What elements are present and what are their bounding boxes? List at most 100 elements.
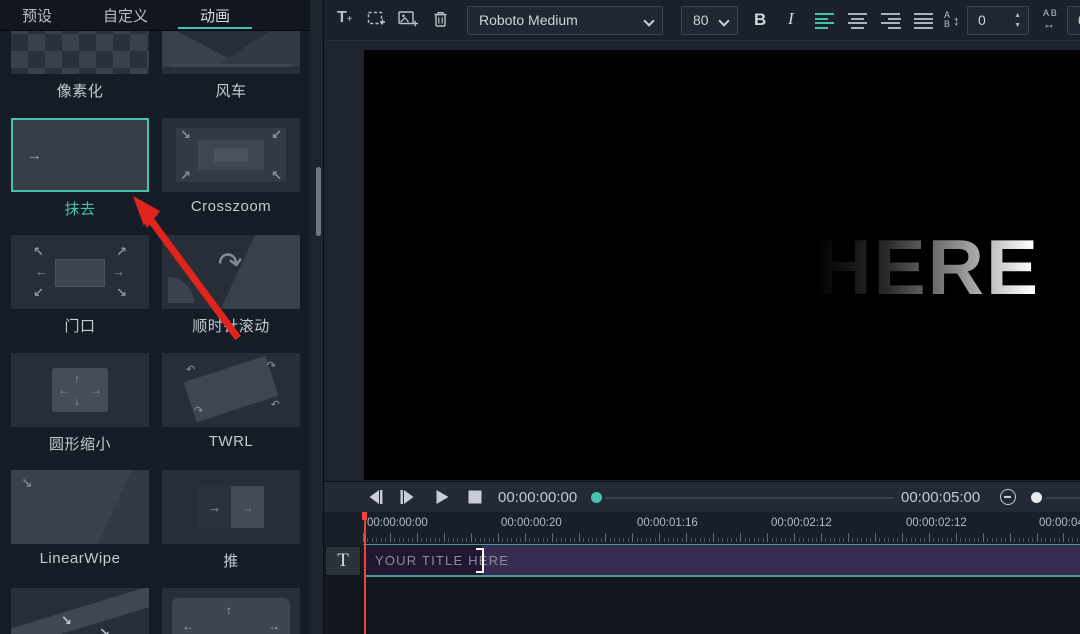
anim-item-label: Crosszoom (162, 198, 300, 215)
preview-title-text[interactable]: YOUR TITLE HERE (364, 222, 1040, 313)
text-toolbar: T+ Roboto Medium 80 B I (324, 0, 1080, 41)
panel-tabbar: 预设 自定义 动画 (0, 0, 310, 31)
align-right-button[interactable] (881, 13, 901, 29)
anim-item-label: 像素化 (11, 80, 149, 101)
letter-spacing-arrow-icon: ↔ (1043, 17, 1055, 31)
arrow-icon: ↘ (99, 626, 110, 634)
arrow-icon: ↗ (116, 245, 127, 258)
anim-item-diagonal[interactable]: ↘ ↘ (11, 588, 149, 634)
curved-arrow-icon: ↷ (267, 361, 276, 372)
push-thumbnail: → → (162, 470, 300, 544)
timeline-zoom-handle[interactable] (1031, 492, 1042, 503)
font-family-value: Roboto Medium (479, 12, 578, 28)
ruler-label: 00:00:01:16 (637, 517, 698, 529)
animation-end-handle[interactable] (476, 548, 484, 573)
arrow-icon: ↘ (116, 286, 127, 299)
ruler-ticks (363, 532, 1080, 543)
add-text-button[interactable]: T+ (337, 9, 353, 27)
animation-panel: 预设 自定义 动画 像素化 ↻ 风车 → 抹去 (0, 0, 310, 634)
chevron-down-icon (643, 15, 654, 26)
arrow-icon: ← (182, 620, 194, 632)
expand-thumbnail: ↑ ← → (162, 588, 300, 634)
anim-item-twrl[interactable]: ↶ ↷ ↷ ↶ TWRL (162, 353, 300, 450)
next-frame-button[interactable] (399, 489, 416, 505)
line-spacing-arrow-icon: ↕ (953, 13, 960, 28)
arrow-icon: ↑ (74, 373, 80, 385)
crosszoom-thumbnail: ↘ ↙ ↗ ↖ (162, 118, 300, 192)
timeline-zoom-out-button[interactable] (1000, 489, 1016, 505)
chevron-down-icon (718, 15, 729, 26)
timeline: 00:00:00:00 00:00:00:20 00:00:01:16 00:0… (324, 512, 1080, 634)
anim-item-circular-shrink[interactable]: ↑ ↓ ← → 圆形缩小 (11, 353, 149, 454)
title-clip[interactable]: YOUR TITLE HERE (365, 545, 1080, 577)
font-size-select[interactable]: 80 (681, 6, 738, 35)
anim-item-label: 门口 (11, 315, 149, 336)
align-justify-button[interactable] (914, 13, 934, 29)
panel-scrollbar-thumb[interactable] (316, 167, 321, 236)
stepper-arrows-icon[interactable]: ▲▼ (1014, 11, 1021, 31)
arrow-icon: ↖ (271, 169, 282, 182)
playback-bar: 00:00:00:00 00:00:05:00 (324, 481, 1080, 512)
add-image-button[interactable] (398, 11, 419, 28)
anim-item-linearwipe[interactable]: ↘ LinearWipe (11, 470, 149, 567)
anim-item-doorway[interactable]: ↖ ↗ ← → ↙ ↘ 门口 (11, 235, 149, 336)
ruler-label: 00:00:02:12 (771, 517, 832, 529)
curved-arrow-icon: ↶ (271, 400, 280, 411)
align-center-button[interactable] (848, 13, 868, 29)
ruler-label: 00:00:04 (1039, 517, 1080, 529)
tab-presets[interactable]: 预设 (22, 5, 52, 26)
ruler-label: 00:00:00:00 (367, 517, 428, 529)
anim-item-clockwise-roll[interactable]: ↷ 顺时针滚动 (162, 235, 300, 336)
arrow-icon: ↖ (33, 245, 44, 258)
arrow-icon: ↙ (271, 128, 282, 141)
bold-button[interactable]: B (754, 10, 766, 30)
line-spacing-value: 0 (978, 12, 986, 28)
play-button[interactable] (435, 489, 450, 505)
anim-item-crosszoom[interactable]: ↘ ↙ ↗ ↖ Crosszoom (162, 118, 300, 215)
arrow-icon: ↘ (61, 614, 72, 627)
italic-button[interactable]: I (788, 9, 794, 29)
timeline-ruler[interactable]: 00:00:00:00 00:00:00:20 00:00:01:16 00:0… (324, 512, 1080, 545)
ruler-label: 00:00:00:20 (501, 517, 562, 529)
curved-arrow-icon: ↷ (194, 406, 203, 417)
anim-item-expand[interactable]: ↑ ← → (162, 588, 300, 634)
tab-animation[interactable]: 动画 (200, 5, 230, 26)
seek-handle[interactable] (591, 492, 602, 503)
font-size-value: 80 (693, 12, 709, 28)
playhead-line[interactable] (364, 512, 366, 634)
anim-item-label: 顺时针滚动 (162, 315, 300, 336)
curved-arrow-icon: ↶ (186, 365, 195, 376)
pixelate-thumbnail (11, 31, 149, 74)
letter-spacing-input[interactable]: 0 (1067, 6, 1080, 35)
arrow-icon: ← (35, 265, 48, 278)
align-left-button[interactable] (815, 13, 835, 29)
arrow-icon: ↓ (74, 395, 80, 407)
arrow-icon: → (112, 265, 125, 278)
add-textbox-button[interactable] (367, 11, 386, 28)
seek-track[interactable] (605, 497, 894, 499)
anim-item-wipe[interactable]: → 抹去 (11, 118, 149, 219)
arrow-icon: ← (58, 384, 70, 396)
font-family-select[interactable]: Roboto Medium (467, 6, 663, 35)
line-spacing-input[interactable]: 0 ▲▼ (967, 6, 1029, 35)
anim-item-pinwheel[interactable]: ↻ 风车 (162, 31, 300, 101)
pinwheel-thumbnail: ↻ (162, 31, 300, 74)
clockwise-roll-thumbnail: ↷ (162, 235, 300, 309)
text-track-header: T (325, 546, 361, 576)
arrow-icon: ↙ (33, 286, 44, 299)
text-track-row: T YOUR TITLE HERE (324, 545, 1080, 577)
tab-custom[interactable]: 自定义 (103, 5, 148, 26)
previous-frame-button[interactable] (367, 489, 384, 505)
delete-button[interactable] (433, 11, 448, 28)
arrow-icon: ↗ (180, 169, 191, 182)
curved-arrow-icon: ↷ (216, 247, 245, 280)
anim-item-label: 抹去 (11, 198, 149, 219)
anim-item-pixelate[interactable]: 像素化 (11, 31, 149, 101)
wipe-thumbnail: → (11, 118, 149, 192)
stop-button[interactable] (468, 490, 482, 504)
arrow-icon: → (268, 620, 280, 632)
anim-item-push[interactable]: → → 推 (162, 470, 300, 571)
arrow-icon: → (241, 501, 254, 514)
doorway-thumbnail: ↖ ↗ ← → ↙ ↘ (11, 235, 149, 309)
anim-item-label: 推 (162, 550, 300, 571)
